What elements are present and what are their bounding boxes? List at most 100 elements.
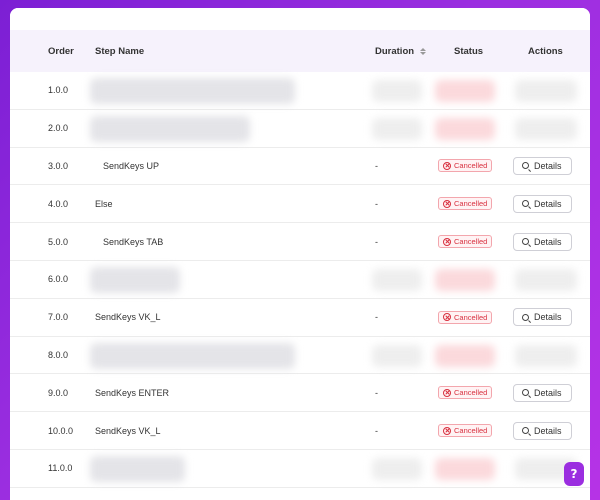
redacted-duration bbox=[372, 268, 422, 291]
details-button[interactable]: Details bbox=[513, 383, 572, 402]
details-label: Details bbox=[534, 312, 562, 323]
table-row: 9.0.0 SendKeys ENTER - Cancelled Details bbox=[10, 374, 590, 413]
redacted-duration bbox=[372, 344, 422, 367]
redacted-status bbox=[435, 117, 495, 140]
redacted-step-name bbox=[90, 115, 250, 142]
status-label: Cancelled bbox=[454, 199, 488, 209]
row-actions: Details bbox=[513, 374, 590, 411]
redacted-duration bbox=[372, 117, 422, 140]
header-duration-label: Duration bbox=[375, 45, 415, 57]
table-row: 4.0.0 Else - Cancelled Details bbox=[10, 185, 590, 224]
header-actions: Actions bbox=[528, 45, 563, 57]
details-button[interactable]: Details bbox=[513, 194, 572, 213]
cancel-circle-icon bbox=[443, 388, 451, 397]
table-row: 6.0.0 bbox=[10, 261, 590, 299]
redacted-duration bbox=[372, 80, 422, 102]
table-row: 11.0.0 bbox=[10, 450, 590, 488]
help-button[interactable]: ? bbox=[564, 462, 584, 486]
table-row: 8.0.0 bbox=[10, 337, 590, 375]
redacted-action bbox=[515, 268, 577, 291]
table-row: 2.0.0 bbox=[10, 110, 590, 148]
status-badge: Cancelled bbox=[438, 235, 493, 249]
table-row: 3.0.0 SendKeys UP - Cancelled Details bbox=[10, 148, 590, 186]
table-row: 10.0.0 SendKeys VK_L - Cancelled Details bbox=[10, 412, 590, 450]
row-duration: - bbox=[375, 160, 378, 171]
redacted-duration bbox=[372, 457, 422, 480]
cancel-circle-icon bbox=[443, 313, 451, 322]
search-icon bbox=[522, 389, 529, 397]
help-icon: ? bbox=[570, 467, 578, 481]
cancel-circle-icon bbox=[443, 161, 451, 170]
details-label: Details bbox=[534, 198, 562, 209]
status-label: Cancelled bbox=[454, 237, 488, 247]
table-row: 1.0.0 bbox=[10, 72, 590, 110]
row-duration: - bbox=[375, 425, 378, 436]
row-actions: Details bbox=[513, 299, 590, 336]
row-step-name: SendKeys VK_L bbox=[95, 425, 161, 436]
row-duration: - bbox=[375, 312, 378, 323]
redacted-status bbox=[435, 268, 495, 291]
table-row: 5.0.0 SendKeys TAB - Cancelled Details bbox=[10, 223, 590, 261]
table-header: Order Step Name Duration Status Actions bbox=[10, 30, 590, 72]
redacted-step-name bbox=[90, 455, 185, 482]
row-duration: - bbox=[375, 236, 378, 247]
status-badge: Cancelled bbox=[438, 424, 493, 438]
redacted-status bbox=[435, 80, 495, 102]
row-actions: Details bbox=[513, 412, 590, 449]
search-icon bbox=[522, 313, 529, 321]
row-step-name: SendKeys ENTER bbox=[95, 387, 170, 398]
header-status: Status bbox=[454, 45, 484, 57]
redacted-step-name bbox=[90, 342, 295, 369]
sort-icon[interactable] bbox=[420, 47, 427, 55]
search-icon bbox=[522, 427, 529, 435]
redacted-status bbox=[435, 344, 495, 367]
details-label: Details bbox=[534, 425, 562, 436]
row-status: Cancelled bbox=[438, 412, 523, 449]
redacted-action bbox=[515, 344, 577, 367]
details-label: Details bbox=[534, 236, 562, 247]
row-step-name: SendKeys VK_L bbox=[95, 312, 161, 323]
cancel-circle-icon bbox=[443, 237, 451, 246]
row-actions: Details bbox=[513, 223, 590, 260]
row-actions: Details bbox=[513, 148, 590, 185]
row-step-name: SendKeys TAB bbox=[103, 236, 164, 247]
redacted-action bbox=[515, 117, 577, 140]
status-badge: Cancelled bbox=[438, 386, 493, 400]
redacted-step-name bbox=[90, 78, 295, 104]
details-button[interactable]: Details bbox=[513, 421, 572, 440]
details-label: Details bbox=[534, 387, 562, 398]
header-step-name: Step Name bbox=[95, 45, 145, 57]
redacted-step-name bbox=[90, 266, 180, 293]
row-status: Cancelled bbox=[438, 223, 523, 260]
header-duration[interactable]: Duration bbox=[375, 46, 445, 57]
redacted-status bbox=[435, 457, 495, 480]
row-status: Cancelled bbox=[438, 374, 523, 411]
cancel-circle-icon bbox=[443, 426, 451, 435]
search-icon bbox=[522, 238, 529, 246]
search-icon bbox=[522, 200, 529, 208]
row-step-name: Else bbox=[95, 198, 113, 209]
row-duration: - bbox=[375, 198, 378, 209]
status-label: Cancelled bbox=[454, 161, 488, 171]
status-badge: Cancelled bbox=[438, 159, 493, 173]
row-duration: - bbox=[375, 387, 378, 398]
status-badge: Cancelled bbox=[438, 310, 493, 324]
row-status: Cancelled bbox=[438, 148, 523, 185]
details-button[interactable]: Details bbox=[513, 232, 572, 251]
redacted-action bbox=[515, 80, 577, 102]
row-status: Cancelled bbox=[438, 299, 523, 336]
row-status: Cancelled bbox=[438, 185, 523, 222]
search-icon bbox=[522, 162, 529, 170]
status-label: Cancelled bbox=[454, 388, 488, 398]
status-badge: Cancelled bbox=[438, 197, 493, 211]
details-label: Details bbox=[534, 160, 562, 171]
table-body: 1.0.0 2.0.0 3.0.0 SendKeys UP - Cancelled Deta… bbox=[10, 72, 590, 488]
cancel-circle-icon bbox=[443, 199, 451, 208]
steps-panel: Order Step Name Duration Status Actions … bbox=[10, 8, 590, 500]
panel-top bbox=[10, 8, 590, 30]
status-label: Cancelled bbox=[454, 312, 488, 322]
status-label: Cancelled bbox=[454, 426, 488, 436]
details-button[interactable]: Details bbox=[513, 156, 572, 175]
details-button[interactable]: Details bbox=[513, 308, 572, 327]
table-row: 7.0.0 SendKeys VK_L - Cancelled Details bbox=[10, 299, 590, 337]
